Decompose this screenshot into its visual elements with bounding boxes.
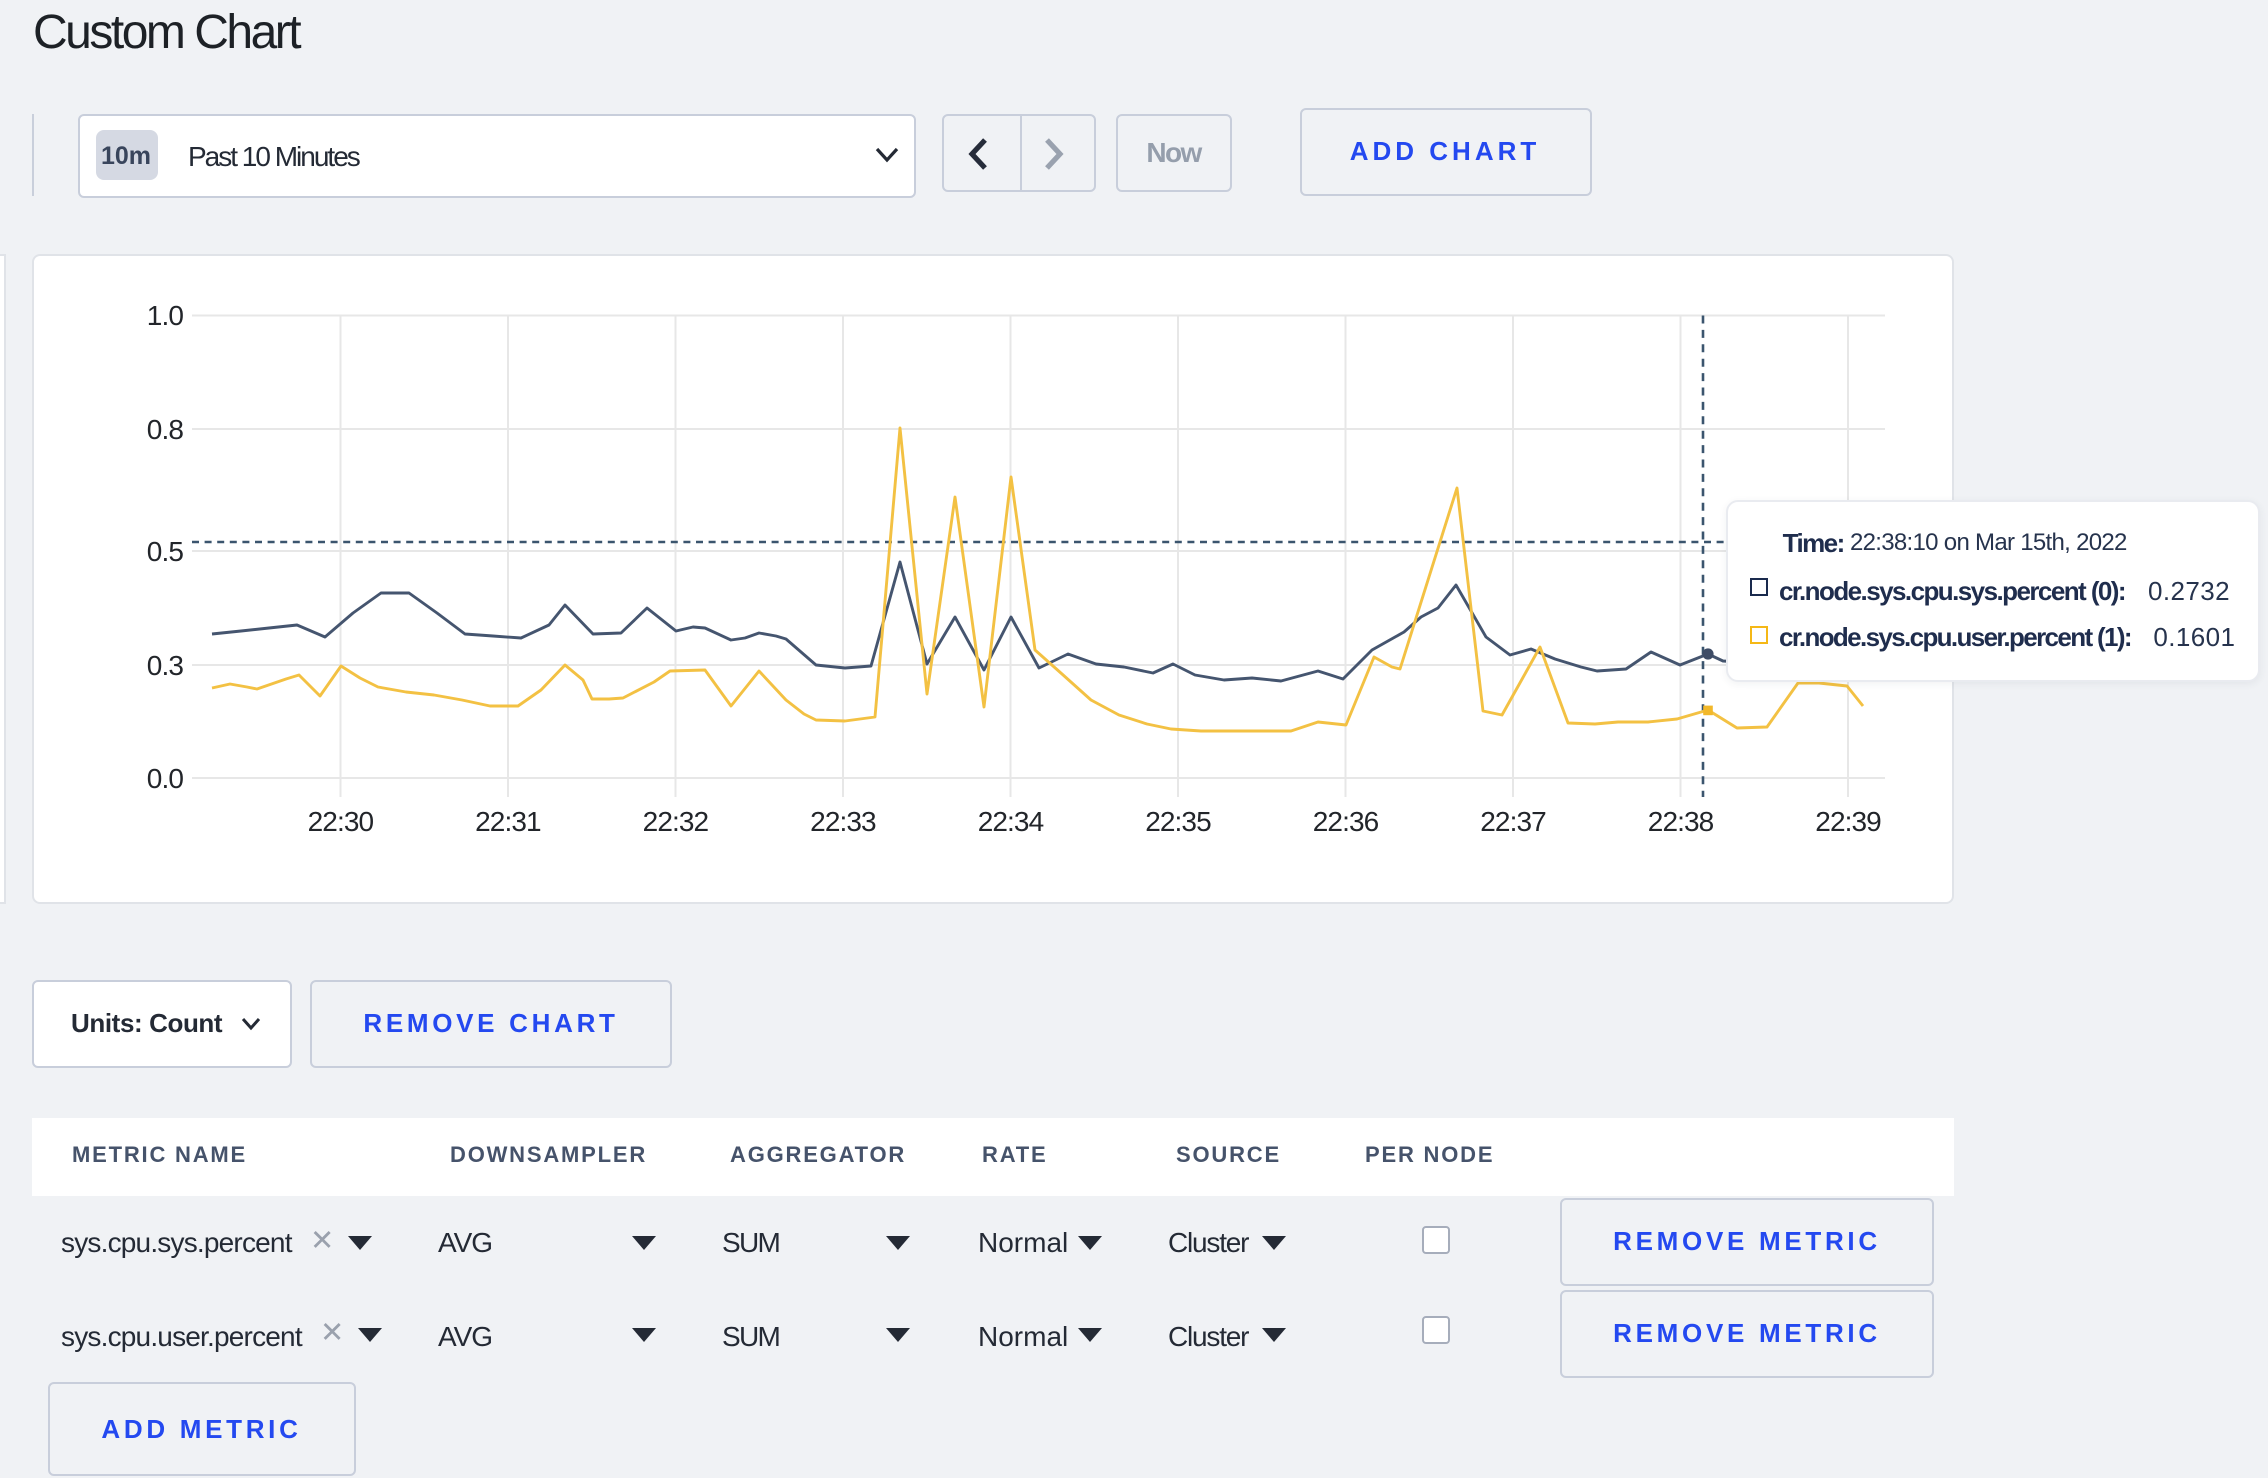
svg-text:22:38: 22:38 [1647,806,1713,837]
svg-text:22:33: 22:33 [809,806,875,837]
svg-text:0.5: 0.5 [146,536,183,567]
svg-text:22:36: 22:36 [1312,806,1378,837]
svg-text:1.0: 1.0 [146,300,183,331]
svg-text:22:37: 22:37 [1479,806,1545,837]
svg-text:22:32: 22:32 [642,806,708,837]
svg-text:0.8: 0.8 [146,414,183,445]
svg-text:22:30: 22:30 [307,806,373,837]
svg-text:22:31: 22:31 [474,806,540,837]
svg-text:0.0: 0.0 [146,763,183,794]
svg-text:22:34: 22:34 [977,806,1043,837]
svg-text:22:39: 22:39 [1814,806,1880,837]
svg-text:0.3: 0.3 [146,650,183,681]
svg-text:22:35: 22:35 [1144,806,1210,837]
